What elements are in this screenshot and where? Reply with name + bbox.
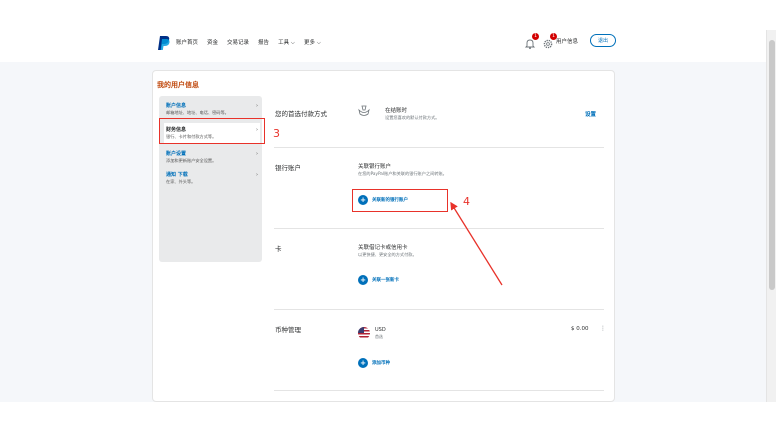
annotation-arrow	[450, 201, 503, 286]
paypal-page: 账户首页 资金 交易记录 报告 工具 ⌵ 更多 ⌵ 1 1 用户信息 退出 我的…	[0, 0, 776, 422]
annotation-overlay	[450, 201, 503, 286]
